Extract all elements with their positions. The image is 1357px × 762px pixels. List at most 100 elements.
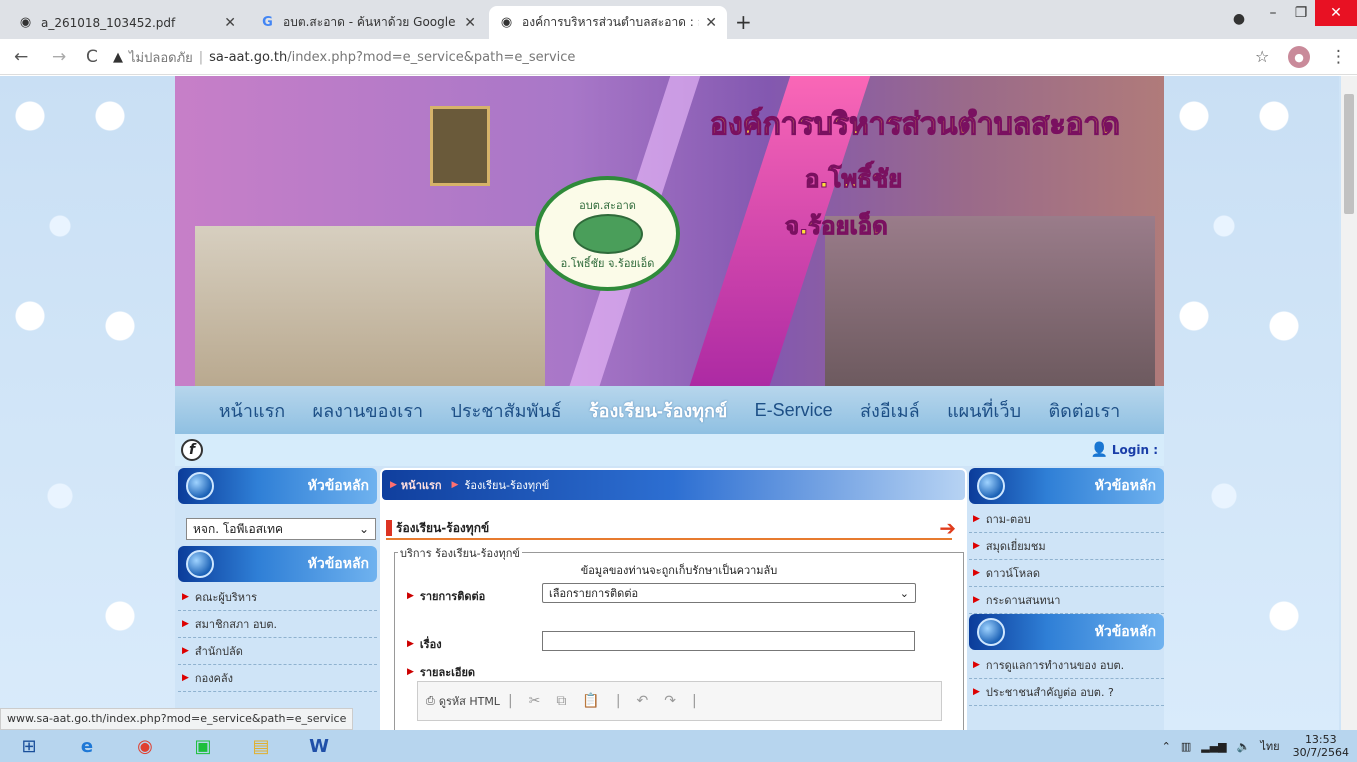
site-banner: อบต.สะอาด อ.โพธิ์ชัย จ.ร้อยเอ็ด องค์การบ… xyxy=(175,76,1164,386)
close-icon[interactable]: ✕ xyxy=(224,15,236,31)
subject-label: ▶ เรื่อง xyxy=(407,635,442,653)
view-source-button[interactable]: ดูรหัส HTML xyxy=(439,692,500,710)
volume-icon[interactable]: 🔈 xyxy=(1237,740,1251,753)
bookmark-star-icon[interactable]: ☆ xyxy=(1255,47,1269,66)
sidebar-header: หัวข้อหลัก xyxy=(969,468,1164,504)
word-icon[interactable]: W xyxy=(290,730,348,762)
chevron-up-icon[interactable]: ⌃ xyxy=(1162,740,1171,753)
chevron-down-icon: ⌄ xyxy=(358,522,369,536)
sub-bar: f 👤 Login : xyxy=(175,434,1164,466)
sidebar-header: หัวข้อหลัก xyxy=(178,546,377,582)
avatar[interactable]: ● xyxy=(1288,46,1310,68)
clock[interactable]: 13:53 30/7/2564 xyxy=(1293,733,1349,759)
bullet-icon: ▶ xyxy=(182,673,189,683)
divider: | xyxy=(615,693,621,709)
banner-photo-people xyxy=(195,226,545,386)
cut-icon[interactable]: ✂ xyxy=(529,693,541,709)
sidebar-item[interactable]: ▶ ดาวน์โหลด xyxy=(969,560,1164,587)
divider: | xyxy=(692,693,697,709)
scrollbar-thumb[interactable] xyxy=(1344,94,1354,214)
seal-emblem xyxy=(572,213,643,254)
sidebar-item[interactable]: ▶ ประชาชนสำคัญต่อ อบต. ? xyxy=(969,679,1164,706)
page-scrollbar[interactable] xyxy=(1341,76,1357,730)
forward-icon[interactable]: → xyxy=(52,47,66,67)
globe-icon: ◉ xyxy=(19,15,32,30)
file-explorer-icon[interactable]: ▤ xyxy=(232,730,290,762)
new-tab-button[interactable]: + xyxy=(735,10,752,34)
tab-title: อบต.สะอาด - ค้นหาด้วย Google xyxy=(283,15,456,29)
close-icon[interactable]: ✕ xyxy=(464,15,476,31)
contact-type-select[interactable]: เลือกรายการติดต่อ ⌄ xyxy=(542,583,916,603)
sidebar-item-label: กองคลัง xyxy=(194,672,234,685)
sidebar-item-label: ถาม-ตอบ xyxy=(985,513,1031,526)
close-window-button[interactable]: ✕ xyxy=(1315,0,1357,26)
sponsor-select[interactable]: หจก. โอพีเอสเทค ⌄ xyxy=(186,518,376,540)
redo-icon[interactable]: ↷ xyxy=(664,693,676,709)
sidebar-item[interactable]: ▶ ถาม-ตอบ xyxy=(969,506,1164,533)
sidebar-item[interactable]: ▶ การดูแลการทำงานของ อบต. xyxy=(969,652,1164,679)
line-app-icon[interactable]: ▣ xyxy=(174,730,232,762)
copy-icon[interactable]: ⧉ xyxy=(556,693,566,709)
site-title: องค์การบริหารส่วนตำบลสะอาด xyxy=(709,106,1120,142)
sidebar-item[interactable]: ▶ คณะผู้บริหาร xyxy=(178,584,377,611)
maximize-button[interactable]: ❐ xyxy=(1290,0,1312,26)
menu-works[interactable]: ผลงานของเรา xyxy=(313,396,424,425)
bullet-icon: ▶ xyxy=(973,687,980,697)
profile-menu-icon[interactable]: ● xyxy=(1228,6,1250,32)
undo-icon[interactable]: ↶ xyxy=(637,693,649,709)
language-indicator[interactable]: ไทย xyxy=(1260,737,1279,755)
section-marker xyxy=(386,520,392,536)
background-pattern xyxy=(1164,76,1339,730)
menu-kebab-icon[interactable]: ⋮ xyxy=(1330,47,1347,67)
globe-icon xyxy=(977,472,1005,500)
sidebar-item[interactable]: ▶ สมุดเยี่ยมชม xyxy=(969,533,1164,560)
sidebar-item[interactable]: ▶ สำนักปลัด xyxy=(178,638,377,665)
login-link[interactable]: 👤 Login : xyxy=(1090,442,1158,458)
flash-player-icon[interactable]: f xyxy=(181,439,203,461)
network-icon[interactable]: ▥ xyxy=(1181,740,1191,753)
contact-type-value: เลือกรายการติดต่อ xyxy=(549,587,639,600)
main-content: ▶ หน้าแรก ▶ ร้องเรียน-ร้องทุกข์ ร้องเรีย… xyxy=(380,468,967,730)
detail-label-text: รายละเอียด xyxy=(419,666,476,679)
sidebar-header-label: หัวข้อหลัก xyxy=(307,478,369,494)
close-icon[interactable]: ✕ xyxy=(705,15,717,31)
menu-home[interactable]: หน้าแรก xyxy=(219,396,285,425)
main-menu: หน้าแรก ผลงานของเรา ประชาสัมพันธ์ ร้องเร… xyxy=(175,386,1164,434)
section-title-text: ร้องเรียน-ร้องทุกข์ xyxy=(396,520,490,535)
browser-tab-active[interactable]: ◉ องค์การบริหารส่วนตำบลสะอาด : อำเภ ✕ xyxy=(489,6,727,39)
browser-tab-google[interactable]: G อบต.สะอาด - ค้นหาด้วย Google ✕ xyxy=(250,6,486,39)
signal-icon[interactable]: ▂▄▆ xyxy=(1201,740,1226,753)
bullet-icon: ▶ xyxy=(973,514,980,524)
sidebar-item[interactable]: ▶ กระดานสนทนา xyxy=(969,587,1164,614)
breadcrumb-home[interactable]: หน้าแรก xyxy=(401,476,442,494)
menu-eservice[interactable]: E-Service xyxy=(755,400,833,421)
address-bar[interactable]: ▲ ไม่ปลอดภัย | sa-aat.go.th /index.php?m… xyxy=(113,45,1248,69)
paste-icon[interactable]: 📋 xyxy=(582,693,599,709)
left-sidebar: หัวข้อหลัก หจก. โอพีเอสเทค ⌄ หัวข้อหลัก … xyxy=(178,468,377,730)
section-title: ร้องเรียน-ร้องทุกข์ ➔ xyxy=(386,516,956,540)
back-icon[interactable]: ← xyxy=(14,47,28,67)
browser-tab-bar: ◉ a_261018_103452.pdf ✕ G อบต.สะอาด - ค้… xyxy=(0,0,1357,39)
banner-portrait xyxy=(430,106,490,186)
chrome-icon[interactable]: ◉ xyxy=(116,730,174,762)
menu-email[interactable]: ส่งอีเมล์ xyxy=(860,396,920,425)
sidebar-header: หัวข้อหลัก xyxy=(178,468,377,504)
security-label: ไม่ปลอดภัย xyxy=(129,50,193,66)
menu-pr[interactable]: ประชาสัมพันธ์ xyxy=(451,396,562,425)
sidebar-item[interactable]: ▶ กองคลัง xyxy=(178,665,377,692)
sidebar-item-label: กระดานสนทนา xyxy=(985,594,1061,607)
subject-input[interactable] xyxy=(542,631,915,651)
browser-tab-pdf[interactable]: ◉ a_261018_103452.pdf ✕ xyxy=(8,6,246,39)
minimize-button[interactable]: – xyxy=(1262,0,1284,26)
privacy-note: ข้อมูลของท่านจะถูกเก็บรักษาเป็นความลับ xyxy=(580,564,778,577)
reload-icon[interactable]: C xyxy=(86,47,98,67)
sidebar-item-label: ประชาชนสำคัญต่อ อบต. ? xyxy=(985,686,1114,699)
menu-sitemap[interactable]: แผนที่เว็บ xyxy=(947,396,1021,425)
internet-explorer-icon[interactable]: e xyxy=(58,730,116,762)
windows-start-icon[interactable]: ⊞ xyxy=(0,730,58,762)
menu-contact[interactable]: ติดต่อเรา xyxy=(1048,396,1120,425)
subject-label-text: เรื่อง xyxy=(419,638,442,651)
sidebar-item[interactable]: ▶ สมาชิกสภา อบต. xyxy=(178,611,377,638)
google-icon: G xyxy=(262,15,273,30)
menu-complaint[interactable]: ร้องเรียน-ร้องทุกข์ xyxy=(589,396,727,425)
